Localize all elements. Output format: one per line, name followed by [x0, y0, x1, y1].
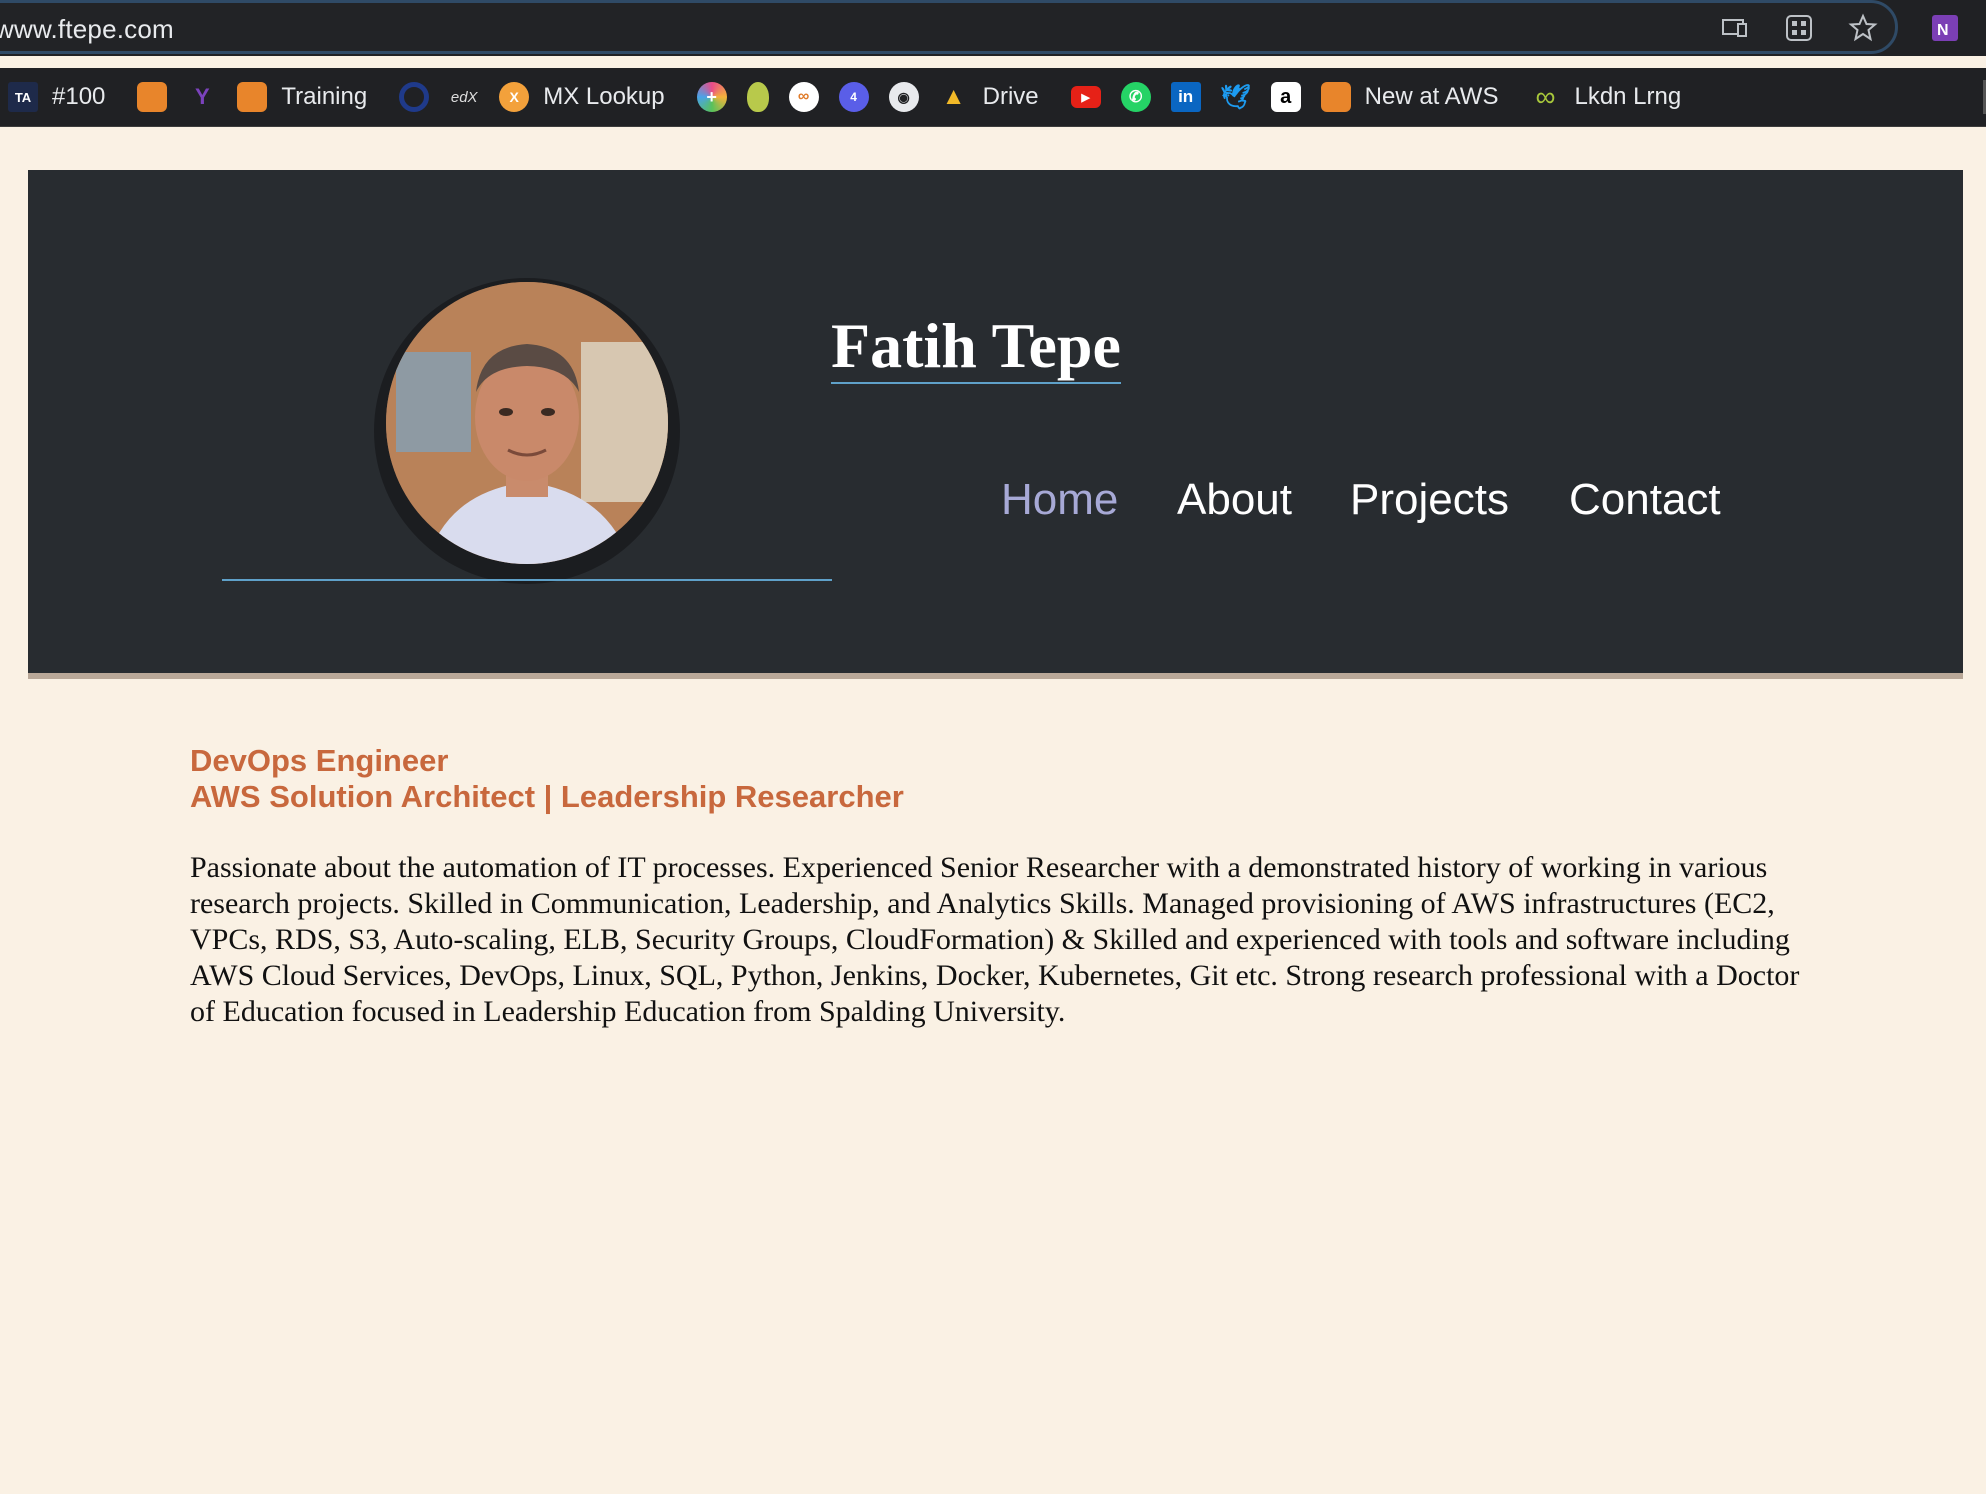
bookmark-label: New at AWS: [1364, 83, 1499, 110]
bookmark-item[interactable]: 🕊: [1220, 82, 1251, 112]
site-title[interactable]: Fatih Tepe: [831, 310, 1121, 384]
notification-icon: 4: [838, 82, 869, 112]
bookmark-item[interactable]: ✆: [1120, 82, 1151, 112]
bookmark-item[interactable]: TA #100: [8, 82, 117, 112]
url-text[interactable]: www.ftepe.com: [0, 14, 174, 45]
ring-icon: [399, 82, 430, 112]
bookmark-label: Drive: [982, 83, 1039, 110]
aws-cube-icon: [237, 82, 268, 112]
bookmark-item[interactable]: ▲ Drive: [939, 82, 1051, 112]
ta-icon: TA: [8, 82, 38, 112]
nav-contact[interactable]: Contact: [1569, 475, 1721, 525]
browser-toolbar: www.ftepe.com N: [0, 0, 1986, 56]
twitter-icon: 🕊: [1220, 83, 1251, 111]
bookmark-label: MX Lookup: [543, 83, 665, 110]
bookmark-item[interactable]: +: [696, 82, 727, 112]
bookmark-item[interactable]: [399, 82, 430, 112]
bookmark-item[interactable]: [137, 82, 168, 112]
profile-photo: [386, 282, 668, 564]
pear-icon: [746, 82, 769, 112]
youtube-icon: ▶: [1070, 86, 1101, 108]
bookmark-item[interactable]: ◉: [888, 82, 919, 112]
bookmark-item[interactable]: edX: [449, 82, 479, 112]
bookmark-label: Training: [281, 83, 368, 110]
bookmark-item[interactable]: Training: [237, 82, 379, 112]
infinity-circle-icon: ∞: [788, 82, 819, 112]
bookmark-item[interactable]: ∞: [788, 82, 819, 112]
terraform-icon: Y: [195, 84, 210, 109]
hero-header: Fatih Tepe Home About Projects Contact: [28, 170, 1963, 679]
bookmark-item[interactable]: in: [1170, 82, 1201, 112]
svg-text:N: N: [1937, 22, 1949, 39]
bookmark-label: Lkdn Lrng: [1574, 83, 1682, 110]
bio-paragraph: Passionate about the automation of IT pr…: [190, 851, 1800, 1028]
aws-cube-icon: [137, 82, 168, 112]
aws-cube-icon: [1320, 82, 1351, 112]
bookmark-label: #100: [52, 83, 106, 110]
plus-circle-icon: +: [696, 82, 727, 112]
bookmark-item[interactable]: ▶: [1070, 86, 1101, 108]
bookmark-item[interactable]: Y: [187, 82, 217, 112]
role-subtitle: AWS Solution Architect | Leadership Rese…: [190, 779, 904, 814]
nav-projects[interactable]: Projects: [1350, 475, 1509, 525]
edx-icon: edX: [450, 88, 478, 106]
nav-home[interactable]: Home: [1001, 475, 1118, 525]
bookmark-item[interactable]: X MX Lookup: [499, 82, 676, 112]
bookmark-item[interactable]: New at AWS: [1320, 82, 1511, 112]
bookmark-item[interactable]: [746, 82, 769, 112]
star-icon[interactable]: [1848, 13, 1878, 43]
whatsapp-icon: ✆: [1120, 82, 1151, 112]
infinity-icon: ∞: [1535, 81, 1556, 112]
bookmark-item[interactable]: a: [1270, 82, 1301, 112]
hero-divider: [222, 579, 832, 581]
mx-icon: X: [499, 82, 530, 112]
google-drive-icon: ▲: [941, 83, 966, 110]
github-icon: ◉: [888, 82, 919, 112]
bookmarks-bar: TA #100 Y Training edX X MX Lookup + ∞ 4…: [0, 68, 1986, 127]
avatar: [386, 282, 668, 564]
nav-about[interactable]: About: [1177, 475, 1292, 525]
amazon-icon: a: [1270, 82, 1301, 112]
onenote-icon[interactable]: N: [1930, 13, 1960, 43]
cast-icon[interactable]: [1720, 13, 1750, 43]
role-title: DevOps Engineer: [190, 743, 449, 778]
bookmark-item[interactable]: 4: [838, 82, 869, 112]
qr-code-icon[interactable]: [1784, 13, 1814, 43]
address-bar[interactable]: www.ftepe.com: [0, 0, 1898, 54]
bookmark-item[interactable]: ∞ Lkdn Lrng: [1530, 81, 1693, 112]
linkedin-icon: in: [1170, 82, 1201, 112]
